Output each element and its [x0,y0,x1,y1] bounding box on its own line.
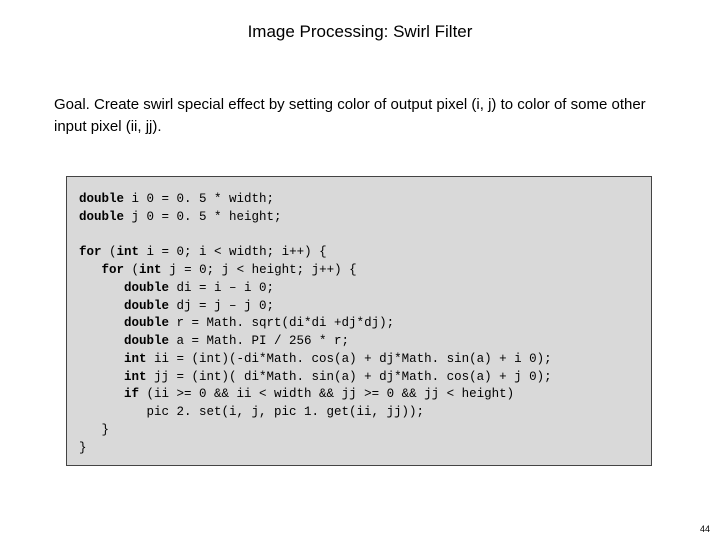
code-l4a: ( [102,245,117,259]
slide-title: Image Processing: Swirl Filter [0,0,720,42]
kw-double: double [124,281,169,295]
code-l5c: j = 0; j < height; j++) { [162,263,357,277]
code-block: double i 0 = 0. 5 * width; double j 0 = … [66,176,652,466]
code-l13: pic 2. set(i, j, pic 1. get(ii, jj)); [79,405,424,419]
code-l12b: (ii >= 0 && ii < width && jj >= 0 && jj … [139,387,514,401]
code-l10a [79,352,124,366]
code-l8a [79,316,124,330]
code-l9a [79,334,124,348]
kw-int: int [124,352,147,366]
kw-int: int [117,245,140,259]
code-l2: j 0 = 0. 5 * height; [124,210,282,224]
code-l14: } [79,423,109,437]
code-l12a [79,387,124,401]
code-l15: } [79,441,87,455]
code-l7b: dj = j – j 0; [169,299,274,313]
goal-paragraph: Goal. Create swirl special effect by set… [54,94,670,138]
kw-if: if [124,387,139,401]
page-number: 44 [700,524,710,534]
goal-label: Goal. [54,96,90,113]
code-l5a [79,263,102,277]
kw-double: double [124,316,169,330]
goal-text: Create swirl special effect by setting c… [54,96,646,135]
code-l1: i 0 = 0. 5 * width; [124,192,274,206]
code-l6b: di = i – i 0; [169,281,274,295]
kw-double: double [124,299,169,313]
code-l11b: jj = (int)( di*Math. sin(a) + dj*Math. c… [147,370,552,384]
code-l11a [79,370,124,384]
kw-double: double [79,192,124,206]
kw-for: for [102,263,125,277]
code-l4b: i = 0; i < width; i++) { [139,245,327,259]
code-l9b: a = Math. PI / 256 * r; [169,334,349,348]
code-l5b: ( [124,263,139,277]
slide: Image Processing: Swirl Filter Goal. Cre… [0,0,720,540]
kw-int: int [124,370,147,384]
code-l6a [79,281,124,295]
code-l10b: ii = (int)(-di*Math. cos(a) + dj*Math. s… [147,352,552,366]
kw-double: double [79,210,124,224]
code-l8b: r = Math. sqrt(di*di +dj*dj); [169,316,394,330]
code-text: double i 0 = 0. 5 * width; double j 0 = … [79,191,639,457]
kw-for: for [79,245,102,259]
code-l7a [79,299,124,313]
kw-int: int [139,263,162,277]
kw-double: double [124,334,169,348]
